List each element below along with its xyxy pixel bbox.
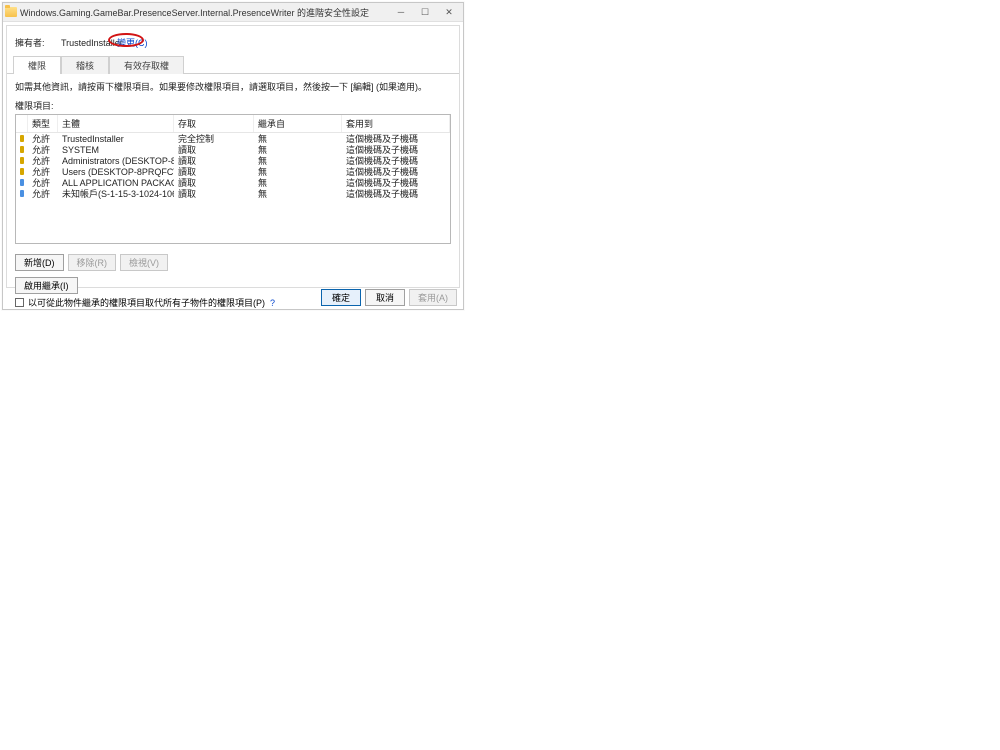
key-icon [20,157,24,164]
change-owner-link-text: 變更(C) [117,38,148,48]
key-icon [20,146,24,153]
tab-body: 如需其他資訊，請按兩下權限項目。如果要修改權限項目，請選取項目，然後按一下 [編… [7,74,459,250]
remove-button: 移除(R) [68,254,117,271]
close-button[interactable]: ✕ [437,4,461,20]
listview-header: 類型 主體 存取 繼承自 套用到 [16,115,450,133]
help-icon[interactable]: ? [270,298,275,308]
cell-inherited-from: 無 [254,187,342,200]
instruction-text: 如需其他資訊，請按兩下權限項目。如果要修改權限項目，請選取項目，然後按一下 [編… [15,80,451,93]
cancel-button[interactable]: 取消 [365,289,405,306]
add-button[interactable]: 新增(D) [15,254,64,271]
owner-label: 擁有者: [15,36,61,49]
permission-listview[interactable]: 類型 主體 存取 繼承自 套用到 允許TrustedInstaller完全控制無… [15,114,451,244]
cell-principal: Administrators (DESKTOP-8PRQF... [58,156,174,166]
cell-principal: Users (DESKTOP-8PRQFCV\Users) [58,167,174,177]
cell-type: 允許 [28,187,58,200]
table-row[interactable]: 允許未知帳戶(S-1-15-3-1024-1065365...讀取無這個機碼及子… [16,188,450,199]
replace-children-label: 以可從此物件繼承的權限項目取代所有子物件的權限項目(P) [28,296,265,309]
col-access[interactable]: 存取 [174,115,254,132]
maximize-button[interactable]: ☐ [413,4,437,20]
tab-auditing[interactable]: 稽核 [61,56,109,74]
ok-button[interactable]: 確定 [321,289,361,306]
col-principal[interactable]: 主體 [58,115,174,132]
cell-principal: 未知帳戶(S-1-15-3-1024-1065365... [58,187,174,200]
tab-effective-access[interactable]: 有效存取權 [109,56,184,74]
folder-icon [5,7,17,17]
package-icon [20,179,24,186]
titlebar: Windows.Gaming.GameBar.PresenceServer.In… [3,3,463,21]
apply-button: 套用(A) [409,289,457,306]
client-area: 擁有者: TrustedInstaller 變更(C) 權限 稽核 有效存取權 … [3,21,463,309]
window-title: Windows.Gaming.GameBar.PresenceServer.In… [20,6,389,19]
col-applies-to[interactable]: 套用到 [342,115,450,132]
permission-entries-label: 權限項目: [15,99,451,112]
view-button: 檢視(V) [120,254,168,271]
enable-inheritance-button[interactable]: 啟用繼承(I) [15,277,78,294]
key-icon [20,135,24,142]
col-type[interactable]: 類型 [28,115,58,132]
owner-row: 擁有者: TrustedInstaller 變更(C) [7,26,459,55]
cell-applies-to: 這個機碼及子機碼 [342,187,450,200]
cell-access: 讀取 [174,187,254,200]
change-owner-link[interactable]: 變更(C) [113,36,152,49]
tab-strip: 權限 稽核 有效存取權 [7,55,459,74]
cell-principal: ALL APPLICATION PACKAGES [58,178,174,188]
advanced-security-settings-window: Windows.Gaming.GameBar.PresenceServer.In… [2,2,464,310]
key-icon [20,168,24,175]
replace-children-checkbox[interactable] [15,298,24,307]
package-icon [20,190,24,197]
minimize-button[interactable]: ─ [389,4,413,20]
col-inherited-from[interactable]: 繼承自 [254,115,342,132]
owner-name: TrustedInstaller [61,38,113,48]
cell-principal: SYSTEM [58,145,174,155]
cell-principal: TrustedInstaller [58,134,174,144]
tab-permissions[interactable]: 權限 [13,56,61,74]
